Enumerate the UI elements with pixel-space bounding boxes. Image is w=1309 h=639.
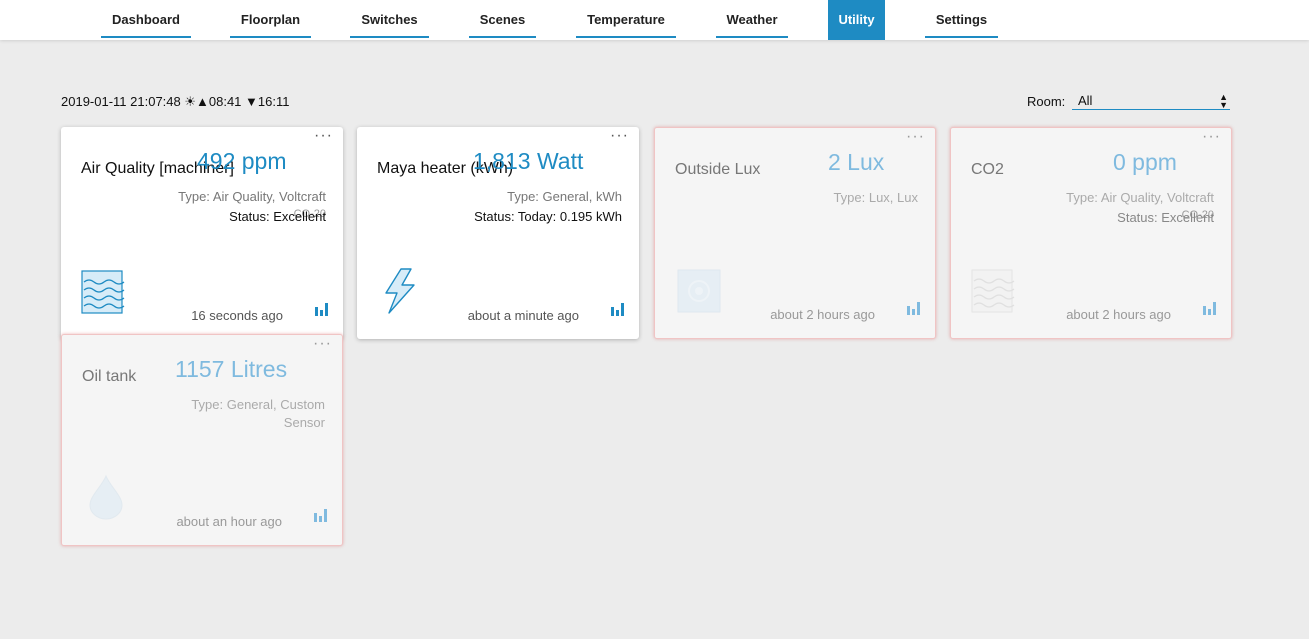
last-update: about a minute ago [467, 308, 579, 323]
select-arrows-icon: ▲ ▼ [1219, 92, 1228, 110]
drop-icon [88, 474, 124, 525]
log-chart-icon[interactable] [315, 303, 329, 321]
tab-weather[interactable]: Weather [716, 0, 788, 38]
device-type: Type: Air Quality, Voltcraft [1066, 190, 1214, 205]
tab-scenes[interactable]: Scenes [469, 0, 536, 38]
device-value: 1157 Litres [175, 356, 288, 382]
more-menu-icon[interactable]: ··· [610, 128, 629, 144]
device-card-oil-tank[interactable]: ··· Oil tank 1157 Litres Type: General, … [61, 334, 343, 546]
log-chart-icon[interactable] [314, 509, 328, 527]
device-value: 1,813 Watt [473, 148, 584, 174]
device-card-maya-heater[interactable]: ··· Maya heater (kWh) 1,813 Watt Type: G… [357, 127, 639, 339]
device-type: Type: Lux, Lux [833, 190, 918, 205]
device-type: Type: General, kWh [507, 189, 622, 204]
device-value: 492 ppm [197, 148, 287, 174]
air-quality-icon [971, 269, 1017, 318]
lightning-icon [383, 268, 417, 319]
device-card-outside-lux[interactable]: ··· Outside Lux 2 Lux Type: Lux, Lux abo… [654, 127, 936, 339]
device-type: Type: General, Custom [191, 397, 325, 412]
last-update: about 2 hours ago [770, 307, 875, 322]
room-select-value: All [1078, 93, 1093, 108]
more-menu-icon[interactable]: ··· [314, 128, 333, 144]
device-value: 2 Lux [828, 149, 885, 175]
device-name: Outside Lux [675, 161, 761, 178]
device-type-cont: Sensor [283, 415, 325, 430]
tab-dashboard[interactable]: Dashboard [101, 0, 191, 38]
last-update: about an hour ago [176, 514, 282, 529]
top-navbar: Dashboard Floorplan Switches Scenes Temp… [0, 0, 1309, 40]
device-type: Type: Air Quality, Voltcraft [178, 189, 326, 204]
more-menu-icon[interactable]: ··· [906, 129, 925, 145]
last-update: 16 seconds ago [191, 308, 283, 323]
device-status: Status: Today: 0.195 kWh [474, 209, 622, 224]
more-menu-icon[interactable]: ··· [313, 336, 332, 352]
tab-floorplan[interactable]: Floorplan [230, 0, 311, 38]
last-update: about 2 hours ago [1066, 307, 1171, 322]
datetime-sun-info: 2019-01-11 21:07:48 ☀▲08:41 ▼16:11 [61, 94, 290, 109]
device-status: Status: Excellent [229, 209, 326, 224]
device-name: CO2 [971, 161, 1004, 178]
tab-temperature[interactable]: Temperature [576, 0, 676, 38]
device-card-air-quality[interactable]: ··· Air Quality [machiner] 492 ppm Type:… [61, 127, 343, 339]
lux-icon [677, 269, 721, 318]
more-menu-icon[interactable]: ··· [1202, 129, 1221, 145]
device-status: Status: Excellent [1117, 210, 1214, 225]
log-chart-icon[interactable] [1203, 302, 1217, 320]
room-label: Room: [1027, 94, 1066, 109]
device-name: Oil tank [82, 368, 137, 385]
room-select[interactable]: All ▲ ▼ [1072, 93, 1230, 110]
tab-switches[interactable]: Switches [350, 0, 429, 38]
air-quality-icon [81, 270, 127, 319]
tab-utility[interactable]: Utility [828, 0, 885, 40]
device-value: 0 ppm [1113, 149, 1177, 175]
tab-settings[interactable]: Settings [925, 0, 998, 38]
log-chart-icon[interactable] [611, 303, 625, 321]
device-card-co2[interactable]: ··· CO2 0 ppm Type: Air Quality, Voltcra… [950, 127, 1232, 339]
log-chart-icon[interactable] [907, 302, 921, 320]
